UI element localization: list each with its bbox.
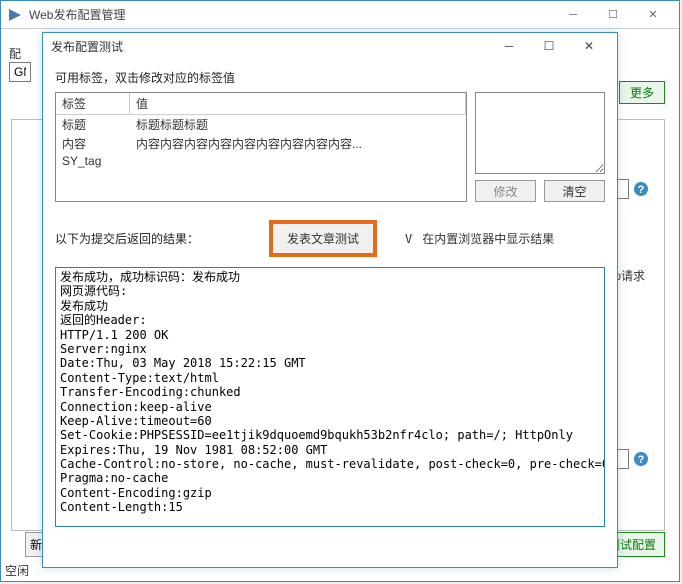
modal-title: 发布配置测试 bbox=[51, 38, 495, 55]
checkbox-icon bbox=[405, 232, 416, 246]
cell-tag: 标题 bbox=[56, 115, 130, 134]
parent-minimize-button[interactable]: ─ bbox=[553, 2, 593, 28]
cell-value bbox=[130, 153, 466, 169]
show-browser-checkbox[interactable]: 在内置浏览器中显示结果 bbox=[405, 230, 554, 247]
more-button[interactable]: 更多 bbox=[619, 81, 665, 104]
status-bar: 空闲 bbox=[5, 562, 29, 579]
help-icon[interactable]: ? bbox=[633, 181, 649, 197]
hint-text: 可用标签，双击修改对应的标签值 bbox=[55, 69, 605, 86]
parent-close-button[interactable]: ✕ bbox=[633, 2, 673, 28]
tag-value-textarea[interactable] bbox=[475, 92, 605, 174]
help-icon-2[interactable]: ? bbox=[633, 451, 649, 467]
table-row[interactable]: 标题 标题标题标题 bbox=[56, 115, 466, 134]
cell-tag: SY_tag bbox=[56, 153, 130, 169]
new-button[interactable]: 新 bbox=[25, 532, 43, 557]
modal-titlebar: 发布配置测试 ─ ☐ ✕ bbox=[43, 33, 617, 59]
svg-text:?: ? bbox=[638, 454, 645, 466]
show-browser-label: 在内置浏览器中显示结果 bbox=[422, 230, 554, 247]
result-label: 以下为提交后返回的结果： bbox=[55, 230, 199, 247]
parent-title: Web发布配置管理 bbox=[29, 6, 553, 23]
cell-value: 内容内容内容内容内容内容内容内容内容... bbox=[130, 134, 466, 153]
clear-button[interactable]: 清空 bbox=[544, 180, 605, 202]
cell-value: 标题标题标题 bbox=[130, 115, 466, 134]
config-label: 配 bbox=[9, 45, 21, 62]
cell-tag: 内容 bbox=[56, 134, 130, 153]
parent-titlebar: Web发布配置管理 ─ ☐ ✕ bbox=[1, 1, 679, 29]
table-row[interactable]: SY_tag bbox=[56, 153, 466, 169]
modal-close-button[interactable]: ✕ bbox=[575, 37, 603, 55]
result-output[interactable]: 发布成功，成功标识码：发布成功 网页源代码: 发布成功 返回的Header: H… bbox=[55, 267, 605, 527]
parent-maximize-button[interactable]: ☐ bbox=[593, 2, 633, 28]
table-row[interactable]: 内容 内容内容内容内容内容内容内容内容内容... bbox=[56, 134, 466, 153]
app-icon bbox=[7, 7, 23, 23]
tags-table[interactable]: 标签 值 标题 标题标题标题 内容 内容内容内容内容内容内容内容内容内容... … bbox=[55, 92, 467, 202]
th-tag: 标签 bbox=[56, 93, 130, 115]
modify-button[interactable]: 修改 bbox=[475, 180, 536, 202]
modal-dialog: 发布配置测试 ─ ☐ ✕ 可用标签，双击修改对应的标签值 标签 值 标题 标题标… bbox=[42, 32, 618, 568]
modal-minimize-button[interactable]: ─ bbox=[495, 37, 523, 55]
svg-text:?: ? bbox=[638, 184, 645, 196]
th-value: 值 bbox=[130, 93, 466, 115]
modal-maximize-button[interactable]: ☐ bbox=[535, 37, 563, 55]
publish-test-button[interactable]: 发表文章测试 bbox=[269, 220, 377, 257]
gnu-input[interactable] bbox=[9, 62, 31, 82]
